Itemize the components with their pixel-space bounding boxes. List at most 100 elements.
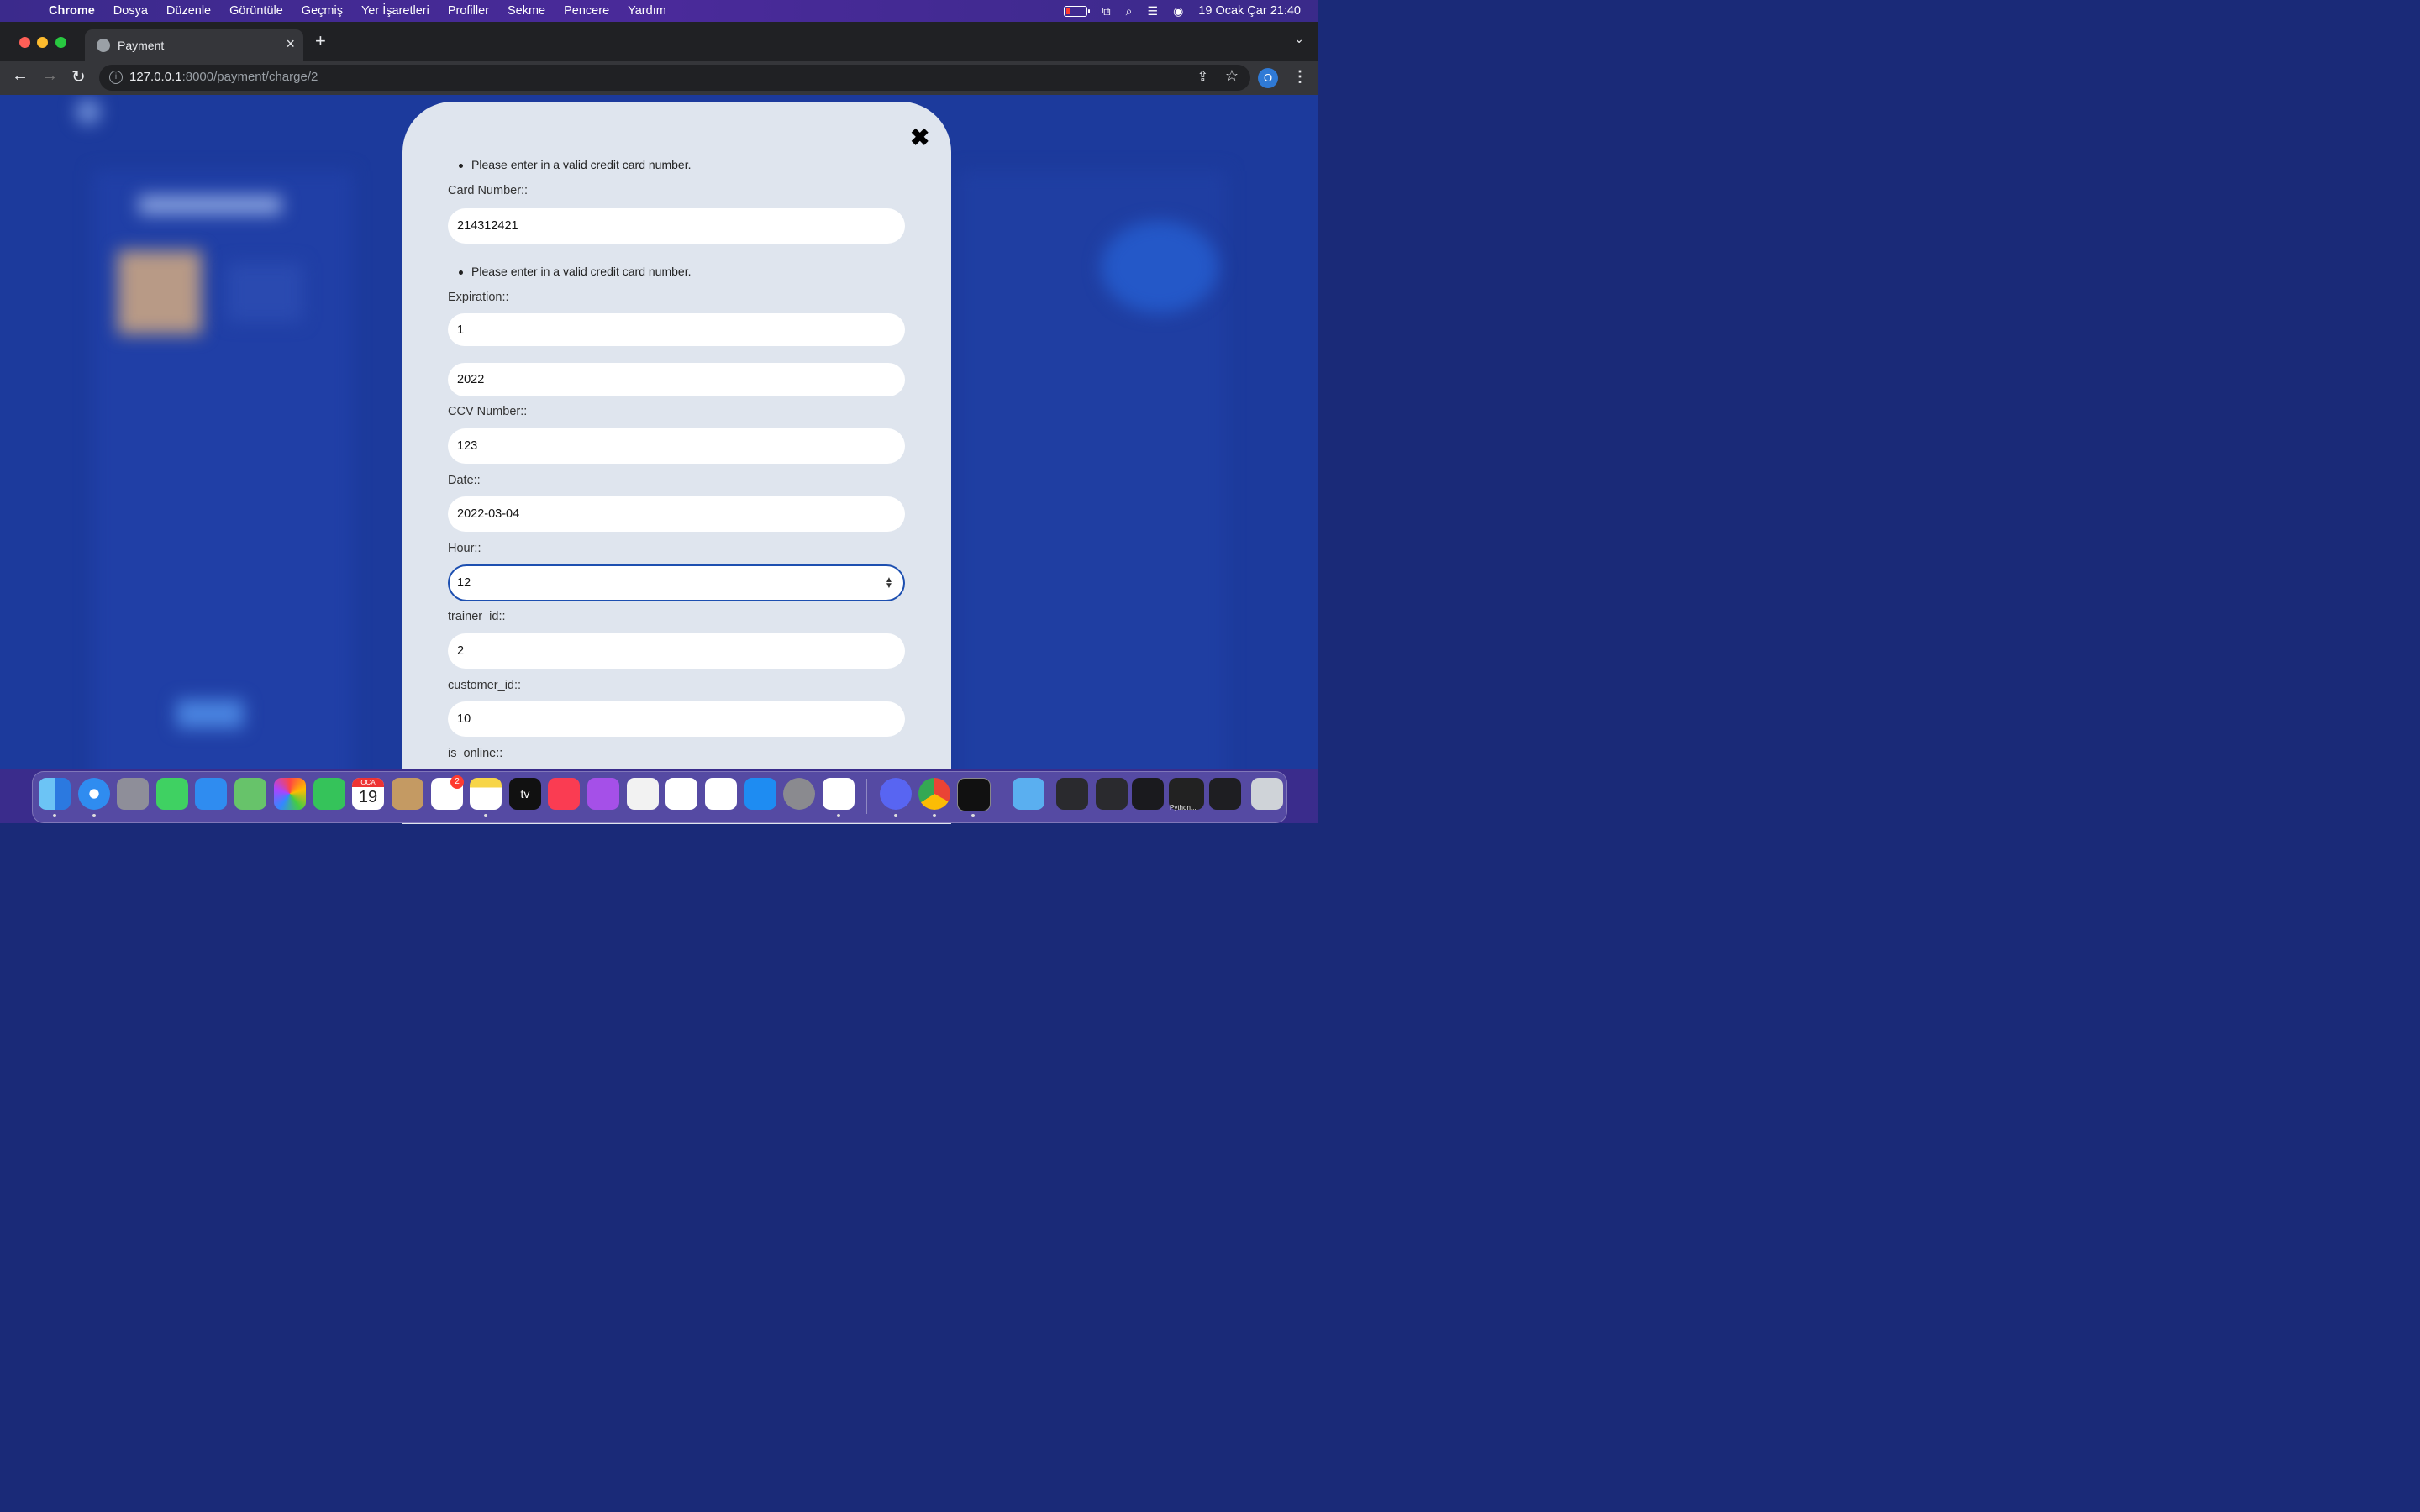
bookmark-star-icon[interactable]: ☆	[1225, 67, 1239, 85]
address-bar[interactable]: i 127.0.0.1:8000/payment/charge/2 ⇪ ☆	[99, 65, 1250, 91]
chrome-running-indicator	[933, 814, 936, 817]
number-spinner-icon[interactable]: ▲ ▼	[885, 576, 893, 591]
music-icon[interactable]	[548, 778, 580, 810]
chrome-icon[interactable]	[918, 778, 950, 810]
maps-icon[interactable]	[234, 778, 266, 810]
hour-input[interactable]	[448, 564, 905, 601]
minimized-window-4[interactable]	[1209, 778, 1241, 810]
hour-field-wrapper: ▲▼	[402, 564, 951, 601]
tab-title: Payment	[118, 39, 165, 52]
menu-yer-isaretleri[interactable]: Yer İşaretleri	[361, 4, 429, 18]
tab-payment[interactable]: Payment ×	[85, 29, 303, 61]
photos-icon[interactable]	[274, 778, 306, 810]
card-number-input[interactable]	[448, 208, 905, 244]
pages-icon[interactable]	[705, 778, 737, 810]
profile-avatar[interactable]: O	[1258, 68, 1278, 88]
url-text[interactable]: 127.0.0.1:8000/payment/charge/2	[129, 70, 318, 84]
reload-icon[interactable]: ↻	[71, 66, 86, 87]
reminders-badge: 2	[450, 775, 464, 789]
window-minimize-button[interactable]	[37, 37, 48, 48]
site-info-icon[interactable]: i	[109, 71, 123, 84]
expiration-error-message: Please enter in a valid credit card numb…	[458, 265, 692, 278]
menu-dosya[interactable]: Dosya	[113, 4, 148, 18]
podcasts-icon[interactable]	[587, 778, 619, 810]
blurred-button	[176, 700, 244, 728]
menu-sekme[interactable]: Sekme	[508, 4, 545, 18]
calendar-month: OCA	[352, 778, 384, 787]
tab-close-icon[interactable]: ×	[286, 35, 295, 53]
minimized-window-1[interactable]	[1056, 778, 1088, 810]
window-zoom-button[interactable]	[55, 37, 66, 48]
menu-clock[interactable]: 19 Ocak Çar 21:40	[1198, 4, 1301, 18]
safari-icon[interactable]	[78, 778, 110, 810]
blurred-logo	[76, 99, 101, 124]
menu-pencere[interactable]: Pencere	[564, 4, 609, 18]
trainer-id-input[interactable]	[448, 633, 905, 669]
trainer-id-label: trainer_id::	[448, 610, 506, 623]
menu-yardim[interactable]: Yardım	[628, 4, 666, 18]
mail-icon[interactable]	[195, 778, 227, 810]
share-icon[interactable]: ⇪	[1197, 68, 1208, 85]
vscode-running-indicator	[837, 814, 840, 817]
discord-running-indicator	[894, 814, 897, 817]
battery-icon[interactable]	[1063, 5, 1090, 17]
expiration-label: Expiration::	[448, 291, 509, 304]
trash-icon[interactable]	[1251, 778, 1283, 810]
menu-duzenle[interactable]: Düzenle	[166, 4, 211, 18]
expiration-month-input[interactable]	[448, 313, 905, 346]
menu-bar: Chrome Dosya Düzenle Görüntüle Geçmiş Ye…	[0, 0, 1318, 22]
screen-mirroring-icon[interactable]: ⧉	[1102, 4, 1111, 18]
facetime-icon[interactable]	[313, 778, 345, 810]
launchpad-icon[interactable]	[117, 778, 149, 810]
hour-label: Hour::	[448, 542, 481, 555]
menu-gecmis[interactable]: Geçmiş	[302, 4, 343, 18]
safari-running-indicator	[92, 814, 96, 817]
vscode-icon[interactable]	[823, 778, 855, 810]
finder-running-indicator	[53, 814, 56, 817]
tab-search-chevron-icon[interactable]: ⌄	[1294, 32, 1304, 46]
calendar-icon[interactable]: OCA 19	[352, 778, 384, 810]
customer-id-input[interactable]	[448, 701, 905, 737]
blurred-image	[118, 250, 202, 334]
dock: OCA 19 2 tv Python...	[32, 771, 1287, 823]
date-label: Date::	[448, 474, 481, 487]
forward-arrow-icon[interactable]: →	[41, 66, 58, 86]
minimized-window-3[interactable]	[1132, 778, 1164, 810]
card-error-message: Please enter in a valid credit card numb…	[458, 158, 692, 171]
date-input[interactable]	[448, 496, 905, 532]
menu-profiller[interactable]: Profiller	[448, 4, 489, 18]
numbers-icon[interactable]	[666, 778, 697, 810]
ccv-number-label: CCV Number::	[448, 405, 528, 418]
customer-id-label: customer_id::	[448, 679, 522, 692]
chrome-menu-icon[interactable]: ⋮	[1292, 68, 1307, 86]
spotlight-search-icon[interactable]: ⌕	[1126, 4, 1133, 18]
menu-app-name[interactable]: Chrome	[49, 4, 95, 18]
terminal-icon[interactable]	[957, 778, 991, 811]
blurred-heading	[139, 196, 281, 214]
notes-icon[interactable]	[470, 778, 502, 810]
dock-separator	[866, 779, 867, 814]
payment-modal: ✖ Please enter in a valid credit card nu…	[402, 102, 951, 824]
menu-goruntule[interactable]: Görüntüle	[229, 4, 283, 18]
siri-icon[interactable]: ◉	[1173, 4, 1183, 18]
minimized-window-2[interactable]	[1096, 778, 1128, 810]
apple-tv-icon[interactable]: tv	[509, 778, 541, 810]
window-close-button[interactable]	[19, 37, 30, 48]
system-preferences-icon[interactable]	[783, 778, 815, 810]
ccv-number-input[interactable]	[448, 428, 905, 464]
expiration-year-input[interactable]	[448, 363, 905, 396]
blurred-circle	[1101, 221, 1218, 313]
keynote-icon[interactable]	[627, 778, 659, 810]
new-tab-button[interactable]: +	[315, 30, 326, 52]
contacts-icon[interactable]	[392, 778, 424, 810]
card-number-label: Card Number::	[448, 184, 529, 197]
downloads-folder-icon[interactable]	[1013, 778, 1044, 810]
messages-icon[interactable]	[156, 778, 188, 810]
finder-icon[interactable]	[39, 778, 71, 810]
discord-icon[interactable]	[880, 778, 912, 810]
app-store-icon[interactable]	[744, 778, 776, 810]
control-center-icon[interactable]: ☰	[1148, 4, 1159, 18]
back-arrow-icon[interactable]: ←	[12, 66, 29, 86]
minimized-window-label: Python...	[1170, 804, 1197, 811]
close-modal-icon[interactable]: ✖	[910, 123, 929, 151]
